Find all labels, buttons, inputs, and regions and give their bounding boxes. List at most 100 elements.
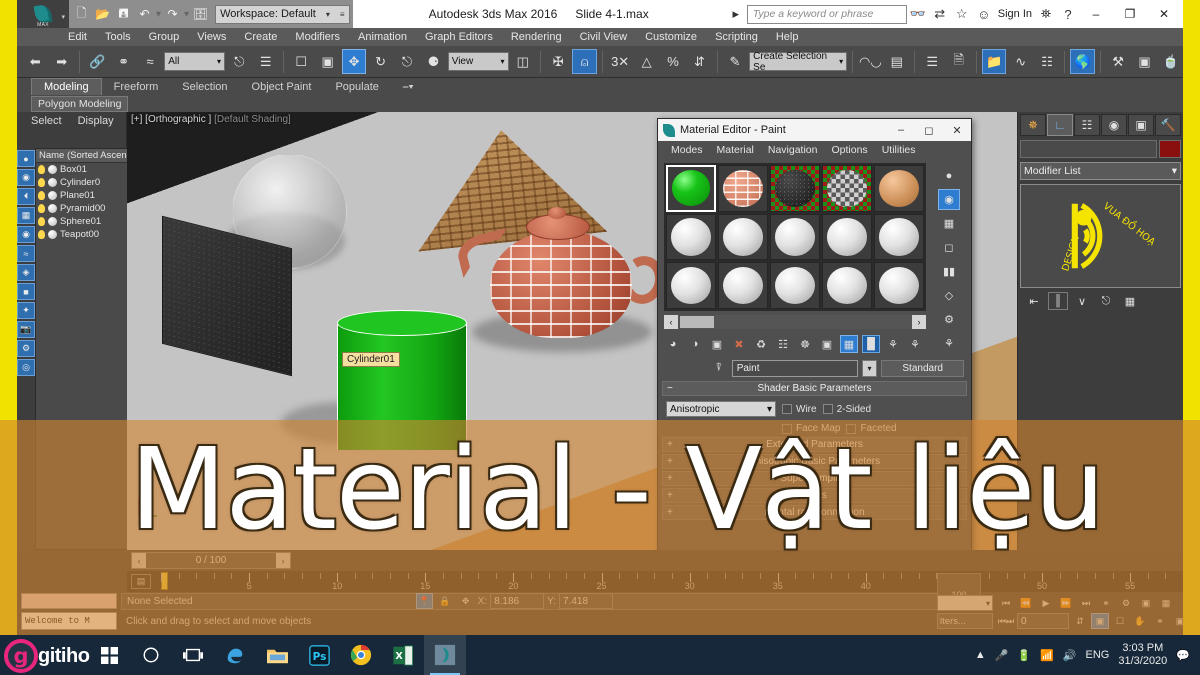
time-configuration-icon[interactable]: ⚙ [1117, 595, 1135, 611]
excel-icon[interactable]: X [382, 635, 424, 675]
microphone-icon[interactable]: 🎤 [995, 649, 1009, 662]
play-animation-button[interactable]: ▶ [1037, 595, 1055, 611]
sample-uv-tiling-icon[interactable]: ◻ [938, 237, 960, 258]
make-unique-icon[interactable]: ∨ [1072, 292, 1092, 310]
task-view-icon[interactable] [172, 635, 214, 675]
select-and-scale-icon[interactable]: ⎋ [395, 49, 419, 74]
make-material-copy-icon[interactable]: ♻ [752, 335, 770, 353]
checkbox-wire[interactable]: Wire [782, 404, 817, 415]
menu-item-tools[interactable]: Tools [96, 28, 140, 46]
material-slot-10[interactable] [874, 213, 924, 261]
subtab-polygon-modeling[interactable]: Polygon Modeling [31, 95, 129, 112]
spinner-icon[interactable]: ⇵ [1071, 613, 1089, 629]
list-item[interactable]: Box01 [36, 163, 130, 176]
help-icon[interactable]: ? [1057, 3, 1079, 25]
project-folder-icon[interactable]: 🗄 [191, 5, 210, 24]
current-frame-input[interactable]: 0 [1017, 613, 1069, 629]
3dsmax-icon[interactable] [424, 635, 466, 675]
rollout-extended-parameters[interactable]: + Extended Parameters [662, 437, 967, 452]
menu-item-create[interactable]: Create [235, 28, 286, 46]
3d-snap-icon[interactable]: 3✕ [608, 49, 632, 74]
column-header-name[interactable]: Name (Sorted Ascen [36, 149, 130, 163]
zoom-extents-all-icon[interactable]: ▦ [1157, 595, 1175, 611]
undo-icon[interactable]: ⬅ [23, 49, 47, 74]
material-id-channel-icon[interactable]: ▣ [818, 335, 836, 353]
motion-tab[interactable]: ◉ [1101, 114, 1127, 136]
binoculars-icon[interactable]: 👓 [907, 3, 929, 25]
material-type-button[interactable]: Standard [881, 359, 964, 377]
scene-explorer-menu-display[interactable]: Display [78, 115, 114, 132]
previous-frame-button[interactable]: ⏪ [1017, 595, 1035, 611]
user-account-icon[interactable]: ☺ [973, 3, 995, 25]
list-item[interactable]: Pyramid00 [36, 202, 130, 215]
search-input[interactable]: Type a keyword or phrase [746, 4, 907, 24]
material-slot-5[interactable] [874, 165, 924, 212]
select-and-place-icon[interactable]: ✠ [546, 49, 570, 74]
background-checker-icon[interactable]: ▦ [938, 213, 960, 234]
list-item[interactable]: Cylinder0 [36, 176, 130, 189]
object-name-input[interactable] [1020, 140, 1157, 158]
material-editor-icon[interactable]: 🌎 [1070, 49, 1095, 74]
select-all-icon[interactable]: ● [17, 150, 35, 167]
save-file-icon[interactable]: 🖪 [114, 5, 133, 24]
search-dropdown-icon[interactable]: ▸ [725, 3, 747, 25]
viewport-label-shading[interactable]: [Default Shading] [214, 114, 291, 125]
visibility-bulb-icon[interactable] [38, 204, 45, 213]
go-to-end-button[interactable]: ⏭ [1077, 595, 1095, 611]
rendered-frame-window-icon[interactable]: ▣ [1132, 49, 1156, 74]
close-button[interactable]: ✕ [1147, 0, 1181, 28]
list-item[interactable]: Teapot00 [36, 228, 130, 241]
show-end-result-icon[interactable]: █ [862, 335, 880, 353]
maxscript-mini-listener[interactable] [21, 593, 117, 609]
notification-icon[interactable]: 💬 [1176, 649, 1190, 662]
scroll-thumb[interactable] [680, 316, 714, 328]
menu-item-scripting[interactable]: Scripting [706, 28, 767, 46]
menu-item-views[interactable]: Views [188, 28, 235, 46]
key-filters-dropdown[interactable]: ▾ [937, 595, 993, 611]
backlight-icon[interactable]: ◉ [938, 189, 960, 210]
utilities-tab[interactable]: 🔨 [1155, 114, 1181, 136]
orbit-icon[interactable]: ⚭ [1151, 613, 1169, 629]
rollout-maps[interactable]: + Maps [662, 488, 967, 503]
tab-populate[interactable]: Populate [323, 79, 390, 95]
material-slot-8[interactable] [770, 213, 820, 261]
render-production-icon[interactable]: 🍵 [1159, 49, 1183, 74]
select-and-rotate-icon[interactable]: ↻ [368, 49, 392, 74]
schematic-view-icon[interactable]: ☷ [1035, 49, 1059, 74]
list-item[interactable]: Sphere01 [36, 215, 130, 228]
previous-frame-button[interactable]: ‹ [132, 553, 146, 568]
put-to-library-icon[interactable]: ☸ [796, 335, 814, 353]
assign-material-to-selection-icon[interactable]: ▣ [708, 335, 726, 353]
rectangular-selection-region-icon[interactable]: ☐ [289, 49, 313, 74]
chrome-icon[interactable] [340, 635, 382, 675]
cylinder-object[interactable] [281, 310, 467, 450]
ribbon-options-icon[interactable]: ⎯▾ [391, 79, 426, 95]
ribbon-toggle-icon[interactable]: 📁 [981, 49, 1007, 74]
checkbox-faceted[interactable]: Faceted [846, 423, 897, 434]
eyedropper-icon[interactable]: ⍒ [710, 359, 728, 377]
display-geometry-icon[interactable]: ◈ [17, 264, 35, 281]
hierarchy-tab[interactable]: ☷ [1074, 114, 1100, 136]
material-slot-11[interactable] [666, 262, 716, 309]
favorites-star-icon[interactable]: ☆ [951, 3, 973, 25]
viewport-label-view[interactable]: [+] [Orthographic ] [131, 114, 211, 125]
object-color-swatch[interactable] [1159, 140, 1181, 158]
windows-start-icon[interactable] [88, 635, 130, 675]
next-frame-button[interactable]: ⏩ [1057, 595, 1075, 611]
display-shapes-icon[interactable]: ■ [17, 283, 35, 300]
material-slot-2[interactable] [718, 165, 768, 212]
reset-map-icon[interactable]: ✖ [730, 335, 748, 353]
menu-item-help[interactable]: Help [767, 28, 808, 46]
spinner-snap-icon[interactable]: ⇵ [687, 49, 711, 74]
file-explorer-icon[interactable] [256, 635, 298, 675]
lock-icon[interactable]: 🔒 [436, 593, 454, 609]
rollout-supersampling[interactable]: + SuperSampling [662, 471, 967, 486]
menu-item-civil-view[interactable]: Civil View [571, 28, 636, 46]
sample-type-sphere-icon[interactable]: ● [938, 165, 960, 186]
select-object-icon[interactable]: ⎋ [227, 49, 251, 74]
me-menu-utilities[interactable]: Utilities [875, 144, 923, 156]
pin-icon[interactable]: 📍 [415, 593, 433, 609]
curve-editor-icon[interactable]: ∿ [1008, 49, 1032, 74]
checkbox-box[interactable] [822, 404, 833, 414]
options-icon[interactable]: ⚙ [938, 309, 960, 330]
